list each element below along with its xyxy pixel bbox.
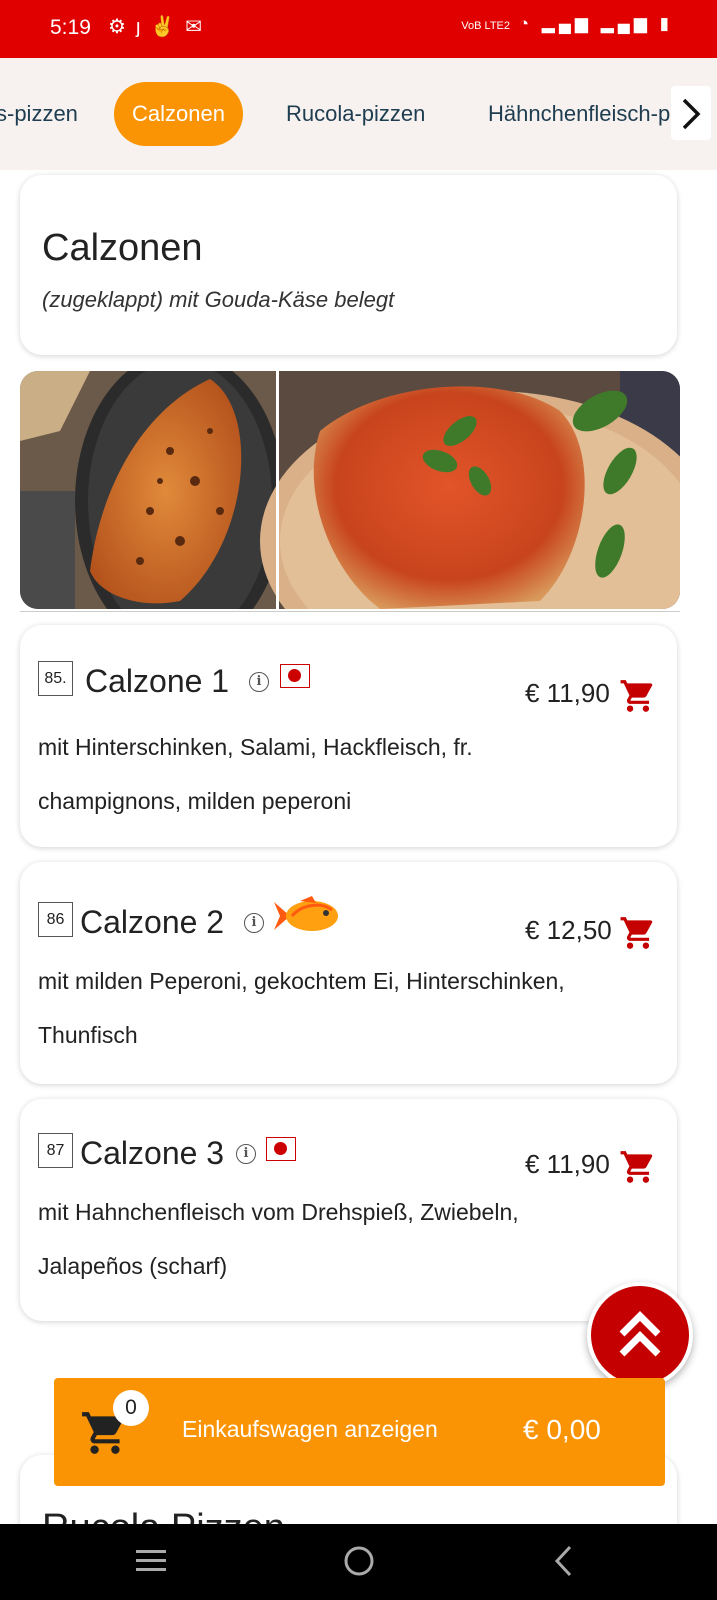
system-navigation-bar — [0, 1524, 717, 1600]
info-icon[interactable]: i — [249, 672, 269, 692]
signal-icon: ▂▄▆ — [541, 14, 592, 33]
tab-s-pizzen[interactable]: s-pizzen — [0, 82, 78, 146]
product-description-line-2: Thunfisch — [38, 1022, 138, 1048]
battery-icon: ▮ — [659, 14, 673, 33]
category-photos — [20, 371, 680, 609]
product-price: € 11,90 — [525, 678, 610, 708]
double-chevron-up-icon — [619, 1311, 661, 1357]
calzone-photo-image — [20, 371, 680, 609]
recent-apps-icon[interactable] — [134, 1546, 168, 1576]
wifi-icon: ◔ — [518, 14, 534, 33]
tab-haehnchenfleisch[interactable]: Hähnchenfleisch-p — [488, 82, 670, 146]
tab-scroll-right-button[interactable] — [671, 86, 711, 140]
status-bar: 5:19 ⚙ȷ✌✉ VoB LTE2 ◔ ▂▄▆ ▂▄▆ ▮ — [0, 0, 717, 58]
signal-icon: ▂▄▆ — [600, 14, 651, 33]
view-cart-button[interactable]: 0 Einkaufswagen anzeigen € 0,00 — [54, 1378, 665, 1486]
product-description-line-1: mit Hinterschinken, Salami, Hackfleisch,… — [38, 734, 473, 760]
info-icon[interactable]: i — [236, 1144, 256, 1164]
category-tabbar: s-pizzen Calzonen Rucola-pizzen Hähnchen… — [0, 58, 717, 170]
runner-icon: ✌ — [150, 16, 186, 38]
add-to-cart-icon[interactable] — [618, 914, 658, 952]
product-number: 87 — [38, 1133, 73, 1168]
add-to-cart-icon[interactable] — [618, 1148, 658, 1186]
product-name: Calzone 2 — [80, 904, 225, 940]
notification-icons: ⚙ȷ✌✉ — [108, 14, 212, 39]
product-name: Calzone 3 — [80, 1135, 225, 1171]
info-icon[interactable]: i — [244, 913, 264, 933]
section-divider — [20, 611, 680, 612]
view-cart-label: Einkaufswagen anzeigen — [182, 1416, 438, 1442]
product-number: 85. — [38, 661, 73, 696]
product-number: 86 — [38, 902, 73, 937]
product-card-calzone-1[interactable]: 85. Calzone 1 i € 11,90 mit Hinterschink… — [20, 625, 677, 847]
fish-icon — [274, 896, 338, 931]
j-icon: ȷ — [135, 16, 151, 38]
cart-count-badge: 0 — [113, 1390, 149, 1426]
product-description-line-2: champignons, milden peperoni — [38, 788, 352, 814]
gmail-icon: ✉ — [185, 16, 213, 38]
category-header-card: Calzonen (zugeklappt) mit Gouda-Käse bel… — [20, 175, 677, 355]
flag-icon — [266, 1137, 296, 1161]
product-price: € 11,90 — [525, 1149, 610, 1179]
cart-total: € 0,00 — [523, 1414, 601, 1445]
category-description: (zugeklappt) mit Gouda-Käse belegt — [42, 287, 395, 312]
product-card-calzone-3[interactable]: 87 Calzone 3 i € 11,90 mit Hahnchenfleis… — [20, 1099, 677, 1321]
product-name: Calzone 1 — [85, 663, 230, 699]
chevron-right-icon — [682, 98, 701, 130]
scroll-to-top-button[interactable] — [587, 1282, 693, 1388]
tab-rucola-pizzen[interactable]: Rucola-pizzen — [286, 82, 425, 146]
product-price: € 12,50 — [525, 915, 612, 945]
category-title: Calzonen — [42, 227, 203, 269]
tab-calzonen[interactable]: Calzonen — [114, 82, 243, 146]
product-description-line-1: mit milden Peperoni, gekochtem Ei, Hinte… — [38, 968, 565, 994]
product-card-calzone-2[interactable]: 86 Calzone 2 i € 12,50 mit milden Pepero… — [20, 862, 677, 1084]
flag-icon — [280, 664, 310, 688]
status-time: 5:19 — [50, 16, 91, 39]
back-icon[interactable] — [552, 1544, 576, 1578]
product-description-line-2: Jalapeños (scharf) — [38, 1253, 228, 1279]
settings-icon: ⚙ — [108, 16, 136, 38]
home-icon[interactable] — [342, 1544, 376, 1578]
add-to-cart-icon[interactable] — [618, 677, 658, 715]
network-label: VoB LTE2 — [461, 20, 511, 32]
product-description-line-1: mit Hahnchenfleisch vom Drehspieß, Zwieb… — [38, 1199, 519, 1225]
system-icons: VoB LTE2 ◔ ▂▄▆ ▂▄▆ ▮ — [461, 14, 673, 34]
